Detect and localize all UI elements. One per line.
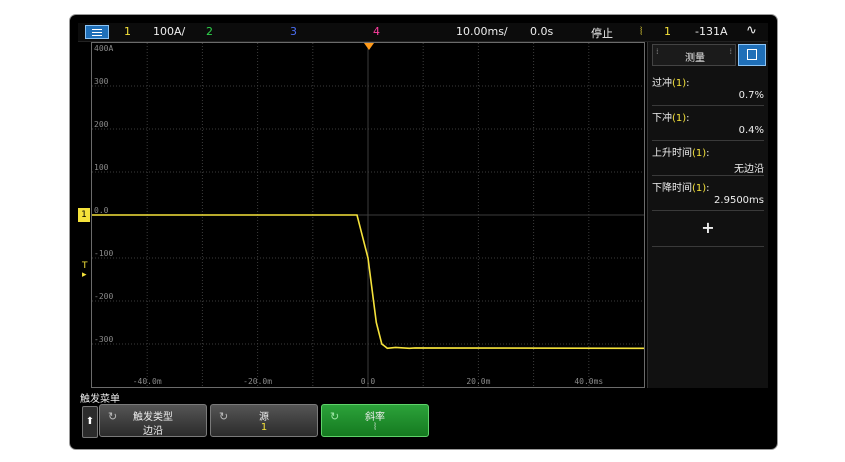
measurement-item[interactable]: 下降时间(1): 2.9500ms bbox=[652, 177, 764, 211]
falling-edge-icon: ⦚ bbox=[373, 422, 377, 433]
up-arrow-icon: ⬆ bbox=[85, 416, 95, 427]
delay-value[interactable]: 0.0s bbox=[530, 25, 553, 38]
waveform-graticule[interactable]: 400A 300 200 100 0.0 -100 -200 -300 -40.0m -20.0m… bbox=[91, 42, 645, 388]
measurement-value: 无边沿 bbox=[734, 164, 764, 175]
measurement-source: (1) bbox=[692, 183, 707, 194]
softkey-label: 源 bbox=[259, 412, 269, 423]
channel-4-label[interactable]: 4 bbox=[373, 25, 380, 38]
status-bar: 1 100A/ 2 3 4 10.00ms/ 0.0s 停止 ⦚ 1 -131A… bbox=[78, 23, 768, 42]
y-axis-tick-label: -300 bbox=[94, 335, 113, 344]
trigger-type-softkey[interactable]: ↻ 触发类型 边沿 bbox=[99, 404, 207, 437]
y-axis-tick-label: 400A bbox=[94, 44, 113, 53]
y-axis-tick-label: 0.0 bbox=[94, 206, 109, 215]
softkey-label: 触发类型 bbox=[133, 412, 173, 423]
y-axis-tick-label: 200 bbox=[94, 120, 109, 129]
run-state-label[interactable]: 停止 bbox=[591, 25, 613, 41]
measurement-source: (1) bbox=[692, 148, 707, 159]
main-menu-button[interactable] bbox=[85, 25, 109, 39]
measurement-value: 0.7% bbox=[738, 90, 764, 101]
x-axis-tick-label: 0.0 bbox=[361, 377, 376, 386]
y-axis-tick-label: -200 bbox=[94, 292, 113, 301]
measurement-label: 下降时间 bbox=[652, 183, 692, 194]
y-axis-tick-label: -100 bbox=[94, 249, 113, 258]
measurement-label: 下冲 bbox=[652, 113, 672, 124]
back-arrow-button[interactable]: ⬆ bbox=[82, 406, 98, 438]
x-axis-tick-label: 20.0m bbox=[466, 377, 490, 386]
tab-measurements[interactable]: ⁞ 测量 ⁞ bbox=[652, 44, 736, 66]
y-axis-tick-label: 100 bbox=[94, 163, 109, 172]
measurement-source: (1) bbox=[672, 113, 687, 124]
measurement-item[interactable]: 上升时间(1): 无边沿 bbox=[652, 142, 764, 176]
x-axis-tick-label: -20.0m bbox=[243, 377, 272, 386]
measurements-tab-label: 测量 bbox=[685, 53, 705, 64]
softkey-value: 边沿 bbox=[143, 426, 163, 437]
softkey-menu: 触发菜单 ⬆ ↻ 触发类型 边沿 ↻ 源 1 ↻ 斜率 ⦚ bbox=[78, 390, 768, 445]
softkey-value: 1 bbox=[260, 422, 268, 433]
measurement-source: (1) bbox=[672, 78, 687, 89]
channel-1-ground-marker[interactable]: 1 bbox=[78, 208, 90, 222]
plus-icon: + bbox=[701, 218, 715, 237]
softkey-label: 斜率 bbox=[365, 412, 385, 423]
falling-edge-icon: ⦚ bbox=[640, 25, 643, 38]
drag-handle-icon: ⁞ bbox=[729, 47, 732, 56]
list-view-button[interactable] bbox=[738, 44, 766, 66]
source-softkey[interactable]: ↻ 源 1 bbox=[210, 404, 318, 437]
measurement-item[interactable]: 下冲(1): 0.4% bbox=[652, 107, 764, 141]
timebase-value[interactable]: 10.00ms/ bbox=[456, 25, 508, 38]
oscilloscope-screen: 1 100A/ 2 3 4 10.00ms/ 0.0s 停止 ⦚ 1 -131A… bbox=[69, 14, 778, 450]
measurement-value: 2.9500ms bbox=[714, 195, 764, 206]
drag-handle-icon: ⁞ bbox=[656, 47, 659, 56]
x-axis-tick-label: 40.0ms bbox=[574, 377, 603, 386]
measurements-panel: ⁞ 测量 ⁞ 过冲(1): 0.7% 下冲(1): 0.4% 上升时间(1): … bbox=[647, 42, 768, 388]
channel-2-label[interactable]: 2 bbox=[206, 25, 213, 38]
waveform-icon[interactable]: ∿ bbox=[746, 23, 757, 38]
measurement-label: 上升时间 bbox=[652, 148, 692, 159]
trigger-source-label[interactable]: 1 bbox=[664, 25, 671, 38]
softkey-menu-title: 触发菜单 bbox=[80, 394, 120, 405]
measurement-label: 过冲 bbox=[652, 78, 672, 89]
y-axis-tick-label: 300 bbox=[94, 77, 109, 86]
trigger-position-marker[interactable] bbox=[364, 43, 374, 50]
add-measurement-button[interactable]: + bbox=[652, 212, 764, 247]
trigger-level-value[interactable]: -131A bbox=[695, 25, 728, 38]
waveform-plot: 400A 300 200 100 0.0 -100 -200 -300 -40.0m -20.0m… bbox=[92, 43, 644, 387]
channel-1-scale[interactable]: 100A/ bbox=[153, 25, 185, 38]
measurement-item[interactable]: 过冲(1): 0.7% bbox=[652, 72, 764, 106]
trigger-level-marker[interactable]: T ▸ bbox=[82, 262, 88, 280]
slope-softkey[interactable]: ↻ 斜率 ⦚ bbox=[321, 404, 429, 437]
measurement-value: 0.4% bbox=[738, 125, 764, 136]
list-icon bbox=[747, 49, 757, 60]
channel-1-label[interactable]: 1 bbox=[124, 25, 131, 38]
x-axis-tick-label: -40.0m bbox=[133, 377, 162, 386]
channel-3-label[interactable]: 3 bbox=[290, 25, 297, 38]
